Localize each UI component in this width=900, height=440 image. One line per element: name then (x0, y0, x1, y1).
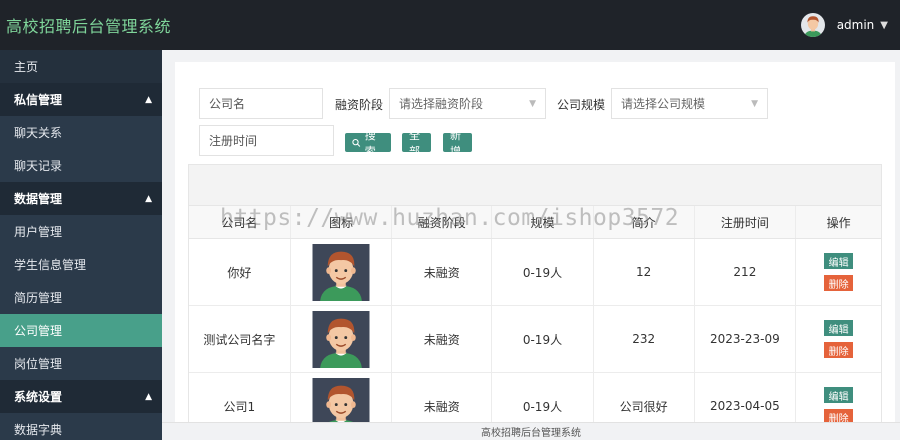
column-header: 规模 (492, 206, 594, 238)
intro-cell: 232 (594, 306, 695, 372)
footer-text: 高校招聘后台管理系统 (481, 428, 581, 439)
person-avatar-icon (312, 310, 370, 368)
funding-label: 融资阶段 (335, 98, 384, 112)
column-header: 注册时间 (695, 206, 797, 238)
username[interactable]: admin (837, 18, 875, 32)
column-header: 融资阶段 (392, 206, 493, 238)
user-menu[interactable]: admin ▼ (800, 13, 888, 37)
show-all-button[interactable]: 全部 (402, 129, 431, 158)
user-avatar-icon (800, 13, 825, 37)
column-header: 图标 (291, 206, 393, 238)
chevron-up-icon: ▲ (145, 94, 152, 105)
company-name-cell: 你好 (189, 239, 291, 305)
app-title: 高校招聘后台管理系统 (6, 17, 172, 36)
column-header: 公司名 (189, 206, 291, 238)
funding-cell: 未融资 (392, 306, 493, 372)
company-logo-image (312, 243, 370, 301)
table-row: 测试公司名字 未融资 0-19人 232 2023-23-09 编辑 删除 (189, 306, 881, 373)
company-logo-image (312, 310, 370, 368)
chevron-up-icon: ▲ (145, 193, 152, 204)
chevron-up-icon: ▲ (145, 391, 152, 402)
chevron-down-icon[interactable]: ▼ (880, 20, 888, 31)
scale-cell: 0-19人 (492, 239, 594, 305)
chevron-down-icon: ▼ (751, 98, 758, 109)
sidebar-item-chat-relations[interactable]: 聊天关系 (0, 116, 162, 149)
avatar[interactable] (800, 13, 825, 37)
column-header: 操作 (826, 215, 851, 230)
sidebar-item-home[interactable]: 主页 (0, 50, 162, 83)
column-header: 简介 (594, 206, 695, 238)
search-icon (352, 138, 361, 147)
company-name-input[interactable]: 公司名 (199, 88, 323, 119)
delete-button[interactable]: 删除 (824, 342, 854, 358)
reg-time-cell: 2023-23-09 (695, 306, 797, 372)
sidebar-item-resumes[interactable]: 简历管理 (0, 281, 162, 314)
scale-select[interactable]: 请选择公司规模 ▼ (611, 88, 768, 119)
logo-cell (291, 239, 393, 305)
filter-bar: 公司名 融资阶段 请选择融资阶段 ▼ 公司规模 请选择公司规模 ▼ 注册时间 搜… (175, 62, 895, 162)
person-avatar-icon (312, 243, 370, 301)
sidebar-item-jobs[interactable]: 岗位管理 (0, 347, 162, 380)
search-button[interactable]: 搜索 (345, 129, 391, 158)
company-table: 公司名 图标 融资阶段 规模 简介 注册时间 操作 你好 未融资 0-19人 1… (188, 164, 882, 440)
actions-cell: 编辑 删除 (796, 239, 881, 305)
edit-button[interactable]: 编辑 (824, 387, 854, 403)
sidebar-item-chat-records[interactable]: 聊天记录 (0, 149, 162, 182)
edit-button[interactable]: 编辑 (824, 253, 854, 269)
company-name-cell: 测试公司名字 (189, 306, 291, 372)
sidebar-item-students[interactable]: 学生信息管理 (0, 248, 162, 281)
intro-cell: 12 (594, 239, 695, 305)
add-button[interactable]: 新增 (443, 129, 472, 158)
delete-button[interactable]: 删除 (824, 275, 854, 291)
sidebar-item-users[interactable]: 用户管理 (0, 215, 162, 248)
scale-cell: 0-19人 (492, 306, 594, 372)
edit-button[interactable]: 编辑 (824, 320, 854, 336)
chevron-down-icon: ▼ (529, 98, 536, 109)
actions-cell: 编辑 删除 (796, 306, 881, 372)
reg-time-cell: 212 (695, 239, 797, 305)
sidebar-group-data[interactable]: 数据管理 ▲ (0, 182, 162, 215)
sidebar-group-messages[interactable]: 私信管理 ▲ (0, 83, 162, 116)
reg-time-input[interactable]: 注册时间 (199, 125, 334, 156)
table-toolbar (189, 165, 881, 206)
footer: 高校招聘后台管理系统 (162, 422, 900, 440)
sidebar-item-companies[interactable]: 公司管理 (0, 314, 162, 347)
main-content: 公司名 融资阶段 请选择融资阶段 ▼ 公司规模 请选择公司规模 ▼ 注册时间 搜… (175, 62, 895, 440)
logo-cell (291, 306, 393, 372)
top-bar: 高校招聘后台管理系统 admin ▼ (0, 0, 900, 50)
funding-select[interactable]: 请选择融资阶段 ▼ (389, 88, 546, 119)
table-row: 你好 未融资 0-19人 12 212 编辑 删除 (189, 239, 881, 306)
sidebar-group-settings[interactable]: 系统设置 ▲ (0, 380, 162, 413)
sidebar: 主页 私信管理 ▲ 聊天关系 聊天记录 数据管理 ▲ 用户管理 学生信息管理 简历管… (0, 50, 162, 440)
funding-cell: 未融资 (392, 239, 493, 305)
sidebar-item-dictionary[interactable]: 数据字典 (0, 413, 162, 440)
scale-label: 公司规模 (557, 98, 606, 112)
table-header: 公司名 图标 融资阶段 规模 简介 注册时间 操作 (189, 206, 881, 239)
